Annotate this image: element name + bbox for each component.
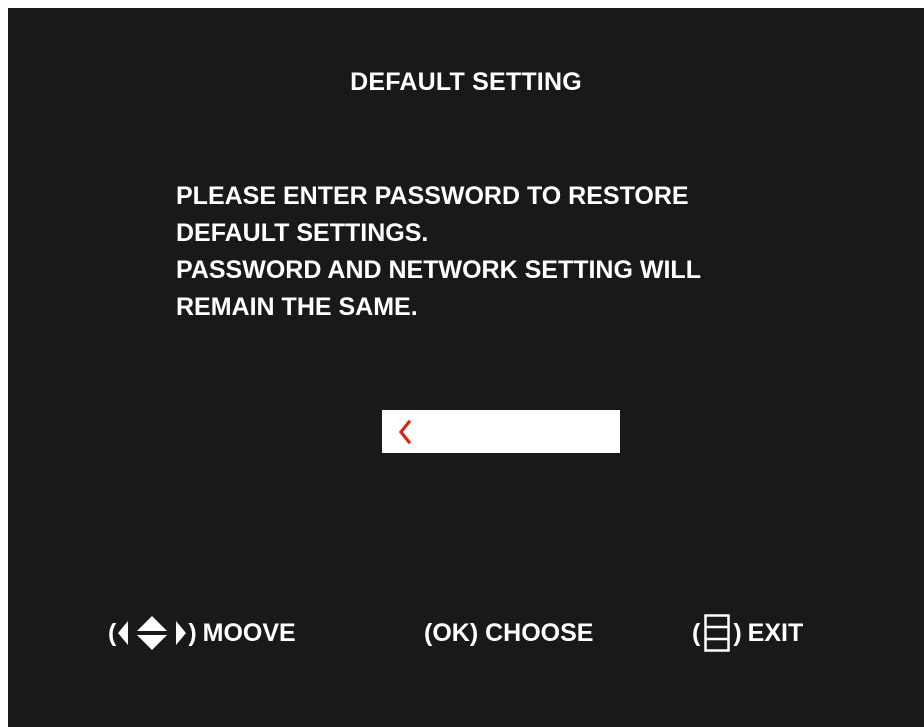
exit-label: EXIT — [747, 619, 804, 647]
move-hint: ( ) MOOVE — [108, 611, 296, 655]
move-label: MOOVE — [202, 619, 296, 647]
password-input[interactable] — [382, 410, 620, 453]
close-paren: ) — [733, 619, 742, 647]
message-line-2: DEFAULT SETTINGS. — [176, 219, 429, 247]
open-paren: ( — [692, 619, 701, 647]
default-setting-screen: DEFAULT SETTING PLEASE ENTER PASSWORD TO… — [8, 8, 924, 727]
instruction-message: PLEASE ENTER PASSWORD TO RESTORE DEFAULT… — [176, 178, 876, 326]
chevron-left-icon — [398, 419, 412, 445]
menu-icon — [704, 614, 731, 652]
message-line-3: PASSWORD AND NETWORK SETTING WILL — [176, 256, 701, 284]
open-paren: ( — [108, 619, 117, 647]
page-title: DEFAULT SETTING — [350, 68, 582, 96]
exit-hint: ( ) EXIT — [692, 611, 803, 655]
direction-arrows-icon — [118, 616, 187, 650]
message-line-4: REMAIN THE SAME. — [176, 293, 418, 321]
choose-hint: (OK) CHOOSE — [424, 611, 593, 655]
close-paren: ) — [188, 619, 197, 647]
choose-label: (OK) CHOOSE — [424, 619, 594, 647]
message-line-1: PLEASE ENTER PASSWORD TO RESTORE — [176, 182, 689, 210]
